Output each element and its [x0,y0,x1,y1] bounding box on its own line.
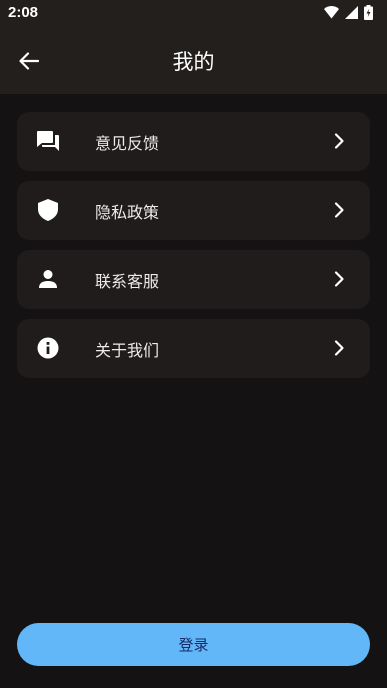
menu-item-label: 意见反馈 [95,133,160,153]
chevron-right-icon [334,340,344,356]
signal-icon [345,6,358,19]
menu-item-contact-support[interactable]: 联系客服 [17,250,370,309]
status-icons [324,5,373,20]
menu-item-feedback[interactable]: 意见反馈 [17,112,370,171]
info-icon [36,336,60,360]
status-time: 2:08 [8,4,39,21]
menu-item-label: 隐私政策 [95,202,160,222]
page-title: 我的 [172,50,215,74]
status-bar: 2:08 [0,0,387,26]
battery-icon [364,5,373,20]
menu-item-about-us[interactable]: 关于我们 [17,319,370,378]
chevron-right-icon [334,133,344,149]
settings-menu: 意见反馈 隐私政策 联系客服 关于我们 [17,112,370,388]
chevron-right-icon [334,271,344,287]
login-button-label: 登录 [178,636,209,654]
feedback-icon [36,129,60,153]
chevron-right-icon [334,202,344,218]
menu-item-privacy[interactable]: 隐私政策 [17,181,370,240]
menu-item-label: 联系客服 [95,271,160,291]
person-icon [36,267,60,291]
login-button[interactable]: 登录 [17,623,370,666]
menu-item-label: 关于我们 [95,340,160,360]
shield-icon [36,198,60,222]
app-bar: 我的 [0,26,387,94]
wifi-icon [324,6,339,19]
